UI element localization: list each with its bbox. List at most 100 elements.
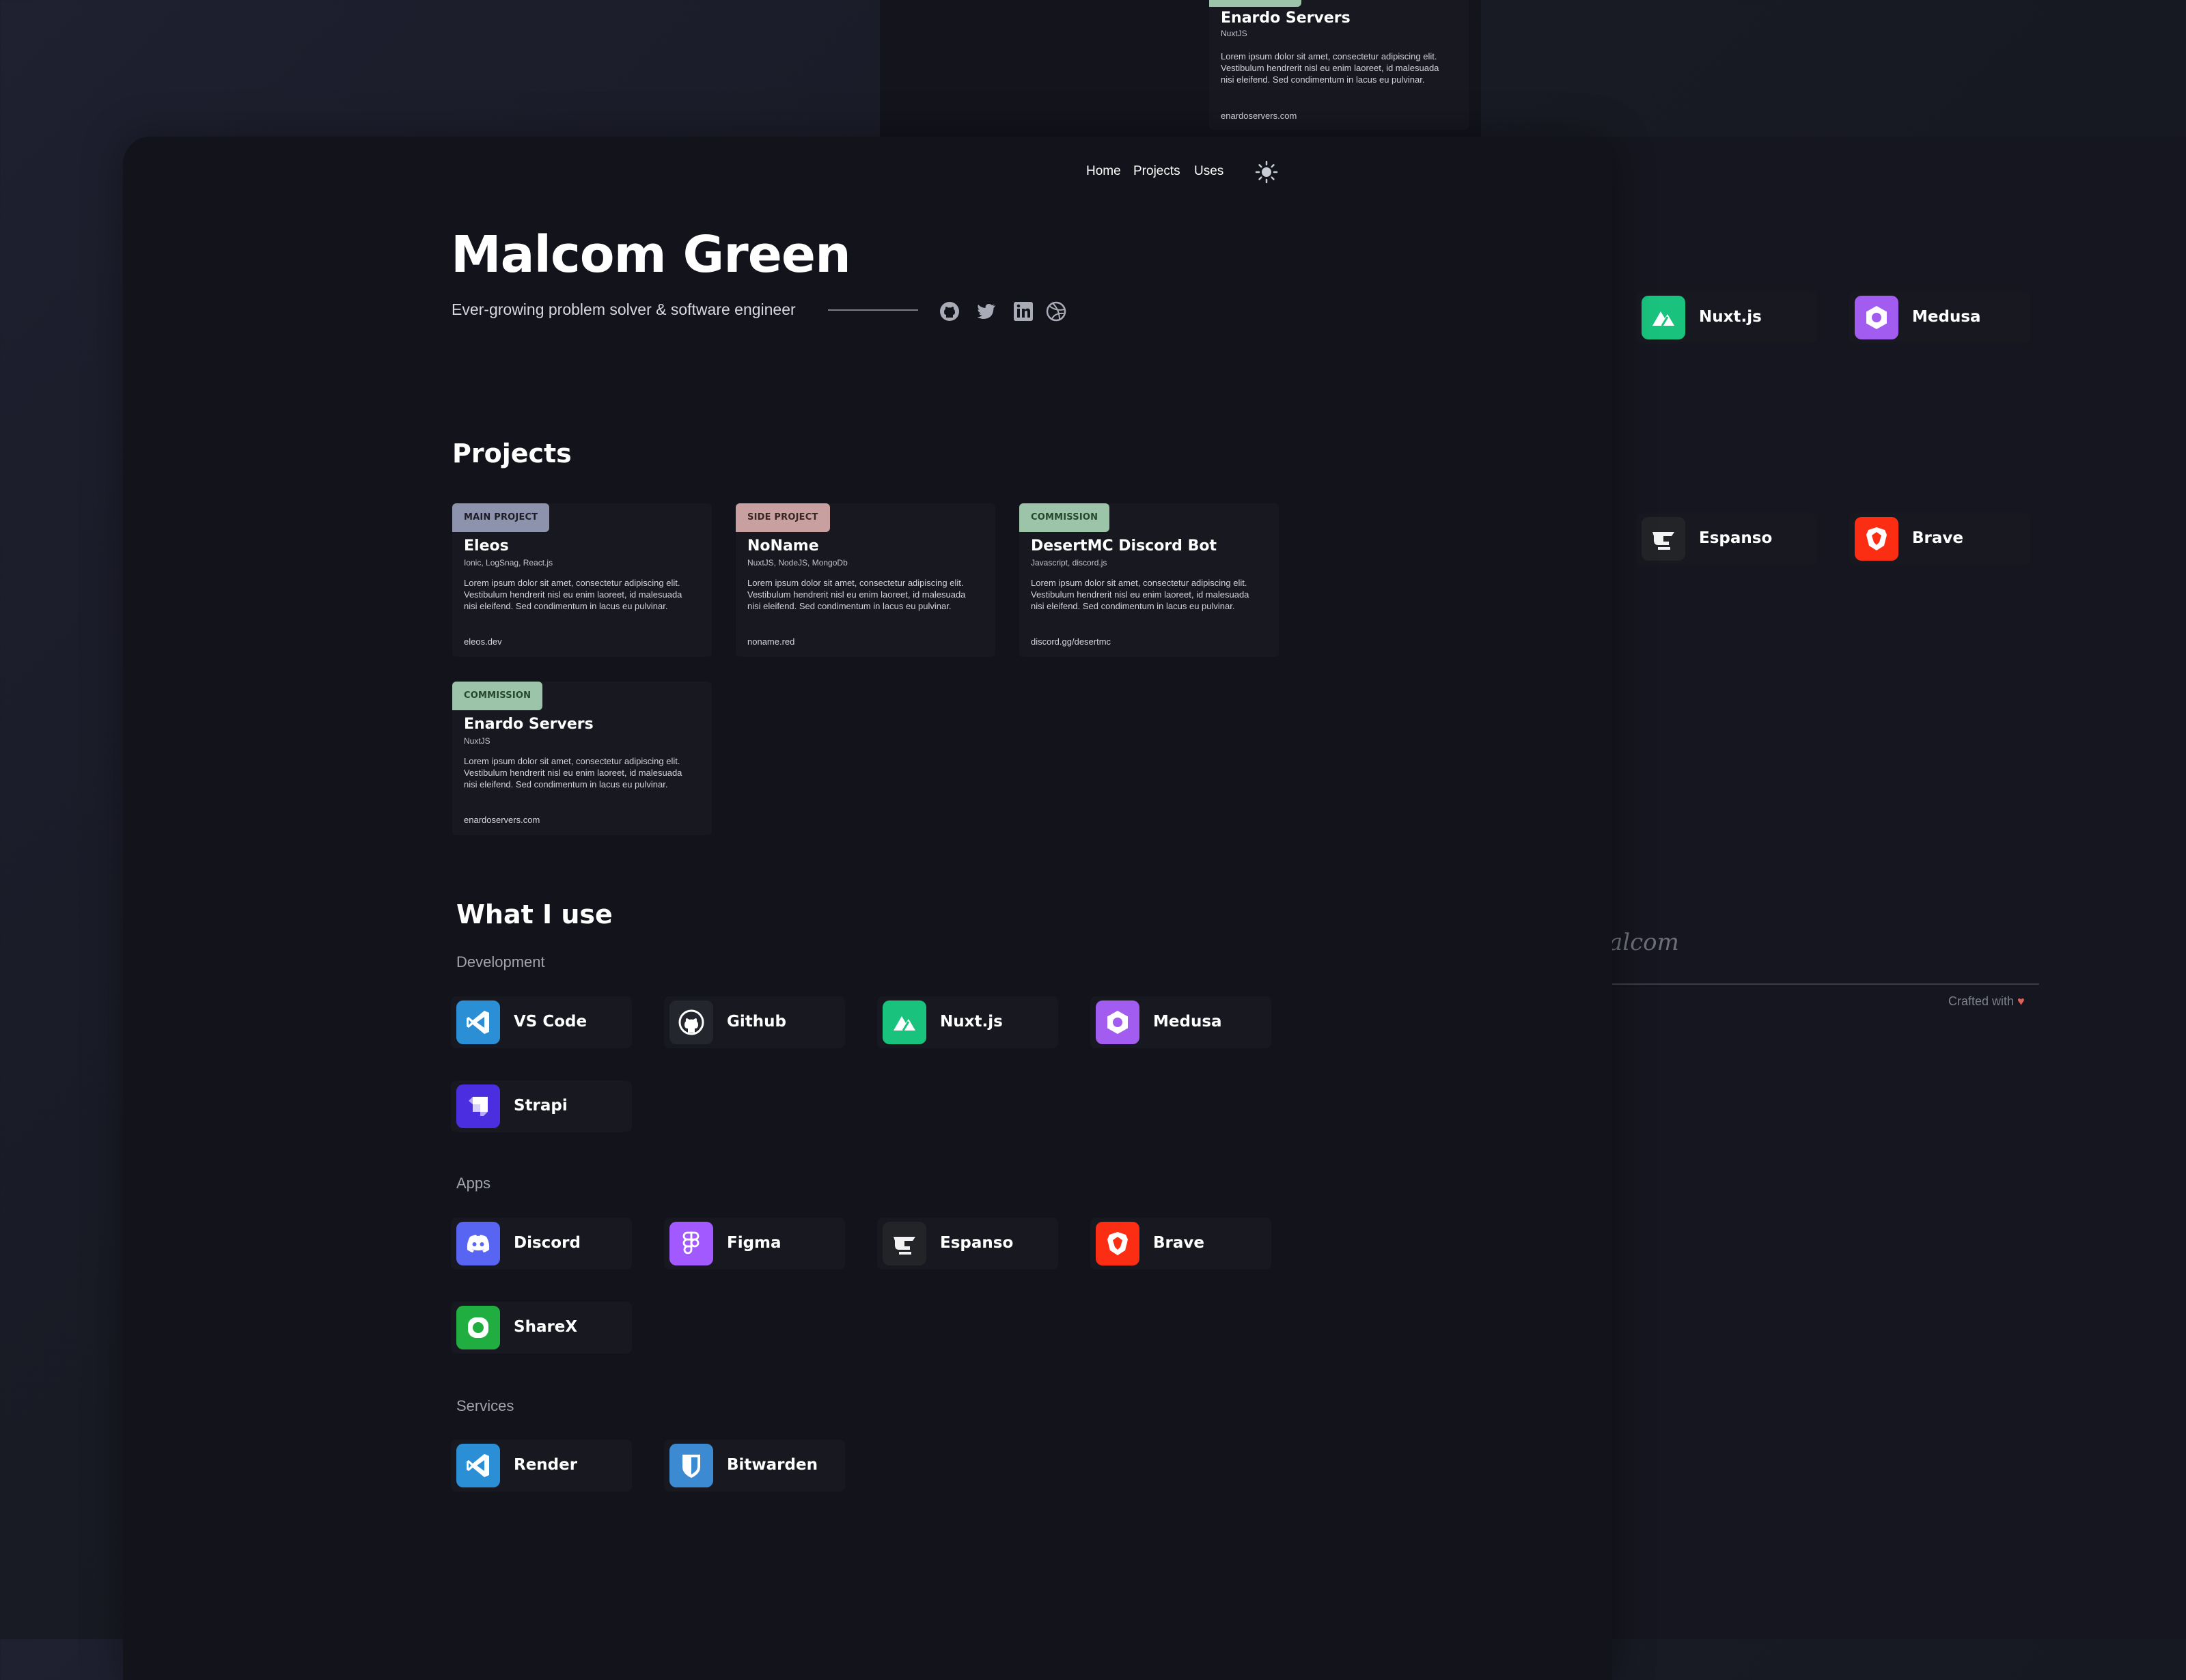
project-description: Lorem ipsum dolor sit amet, consectetur … [464,578,682,611]
project-badge: COMMISSION [1019,503,1110,532]
projects-heading: Projects [452,438,572,468]
nuxt-icon [1642,296,1685,339]
render-icon [456,1444,500,1487]
project-description: Lorem ipsum dolor sit amet, consectetur … [1031,578,1249,611]
project-title: Eleos [464,537,509,555]
backdrop-tool-brave[interactable]: Brave [1849,513,2030,565]
project-link[interactable]: discord.gg/desertmc [1031,636,1111,647]
page-title: Malcom Green [451,225,851,284]
sharex-icon [456,1306,500,1349]
theme-toggle-sun-icon[interactable] [1254,160,1279,184]
project-tech: Javascript, discord.js [1031,558,1107,568]
tool-sharex[interactable]: ShareX [451,1302,632,1354]
backdrop-tool-espanso[interactable]: Espanso [1636,513,1817,565]
footer-divider [1612,983,2039,985]
project-title: NoName [747,537,819,555]
github-icon [669,1000,713,1044]
project-link[interactable]: enardoservers.com [464,815,540,825]
espanso-icon [1642,517,1685,561]
nav-projects[interactable]: Projects [1133,164,1180,178]
tool-label: Discord [514,1234,581,1252]
tool-label: VS Code [514,1013,587,1031]
tool-discord[interactable]: Discord [451,1218,632,1270]
figma-icon [669,1222,713,1265]
tool-github[interactable]: Github [664,996,845,1048]
bitwarden-icon [669,1444,713,1487]
backdrop-right-screen [1578,137,2186,1639]
nav-uses[interactable]: Uses [1194,164,1223,178]
project-badge: SIDE PROJECT [736,503,830,532]
nuxt-icon [883,1000,926,1044]
medusa-icon [1096,1000,1139,1044]
project-card-noname[interactable]: SIDE PROJECT NoName NuxtJS, NodeJS, Mong… [736,503,995,657]
tool-label: Nuxt.js [940,1013,1003,1031]
tool-label: Medusa [1912,308,1981,326]
tool-bitwarden[interactable]: Bitwarden [664,1440,845,1492]
heart-icon: ♥ [2017,994,2025,1008]
tool-brave[interactable]: Brave [1090,1218,1271,1270]
backdrop-top-screen: Enardo Servers NuxtJS Lorem ipsum dolor … [880,0,1481,137]
brave-icon [1855,517,1898,561]
project-title: DesertMC Discord Bot [1031,537,1217,555]
tool-label: Espanso [940,1234,1014,1252]
tool-nuxt[interactable]: Nuxt.js [877,996,1058,1048]
backdrop-project-card: Enardo Servers NuxtJS Lorem ipsum dolor … [1209,0,1469,130]
backdrop-tool-nuxt[interactable]: Nuxt.js [1636,292,1817,344]
development-label: Development [456,953,545,970]
backdrop-badge [1209,0,1301,7]
tool-label: Bitwarden [727,1456,818,1474]
tool-vscode[interactable]: VS Code [451,996,632,1048]
tool-label: Render [514,1456,578,1474]
project-card-eleos[interactable]: MAIN PROJECT Eleos Ionic, LogSnag, React… [452,503,712,657]
project-badge: COMMISSION [452,682,543,710]
vscode-icon [456,1000,500,1044]
discord-icon [456,1222,500,1265]
project-description: Lorem ipsum dolor sit amet, consectetur … [747,578,966,611]
backdrop-card-desc: Lorem ipsum dolor sit amet, consectetur … [1221,51,1439,85]
strapi-icon [456,1084,500,1128]
espanso-icon [883,1222,926,1265]
project-card-desertmc[interactable]: COMMISSION DesertMC Discord Bot Javascri… [1019,503,1279,657]
services-label: Services [456,1397,514,1414]
tool-medusa[interactable]: Medusa [1090,996,1271,1048]
top-nav: Home [1086,164,1121,179]
project-card-enardo[interactable]: COMMISSION Enardo Servers NuxtJS Lorem i… [452,682,712,835]
tool-label: Nuxt.js [1699,308,1762,326]
tool-espanso[interactable]: Espanso [877,1218,1058,1270]
project-link[interactable]: eleos.dev [464,636,502,647]
linkedin-icon[interactable] [1012,300,1034,322]
dribbble-icon[interactable] [1045,300,1067,322]
tool-label: ShareX [514,1318,578,1336]
tool-strapi[interactable]: Strapi [451,1080,632,1132]
project-link[interactable]: noname.red [747,636,794,647]
project-description: Lorem ipsum dolor sit amet, consectetur … [464,756,682,789]
signature-logo: alcom [1609,929,1679,956]
backdrop-tool-medusa[interactable]: Medusa [1849,292,2030,344]
tool-figma[interactable]: Figma [664,1218,845,1270]
main-window [123,137,1612,1680]
backdrop-card-title: Enardo Servers [1221,10,1351,27]
github-icon[interactable] [939,300,960,322]
tool-label: Strapi [514,1097,568,1115]
medusa-icon [1855,296,1898,339]
tool-render[interactable]: Render [451,1440,632,1492]
nav-uses-wrap: Uses [1194,164,1223,179]
twitter-icon[interactable] [976,300,997,322]
tool-label: Github [727,1013,786,1031]
tool-label: Medusa [1153,1013,1222,1031]
tagline-divider [828,309,918,311]
project-badge: MAIN PROJECT [452,503,550,532]
tool-label: Brave [1912,529,1963,547]
project-title: Enardo Servers [464,716,594,733]
project-tech: NuxtJS, NodeJS, MongoDb [747,558,848,568]
brave-icon [1096,1222,1139,1265]
tagline: Ever-growing problem solver & software e… [452,300,796,318]
apps-label: Apps [456,1175,491,1192]
tool-label: Espanso [1699,529,1773,547]
backdrop-card-tech: NuxtJS [1221,29,1247,38]
backdrop-card-link[interactable]: enardoservers.com [1221,111,1297,121]
project-tech: NuxtJS [464,736,490,746]
tool-label: Figma [727,1234,781,1252]
crafted-with-text: Crafted with ♥ [1948,994,2025,1009]
nav-home[interactable]: Home [1086,164,1121,178]
